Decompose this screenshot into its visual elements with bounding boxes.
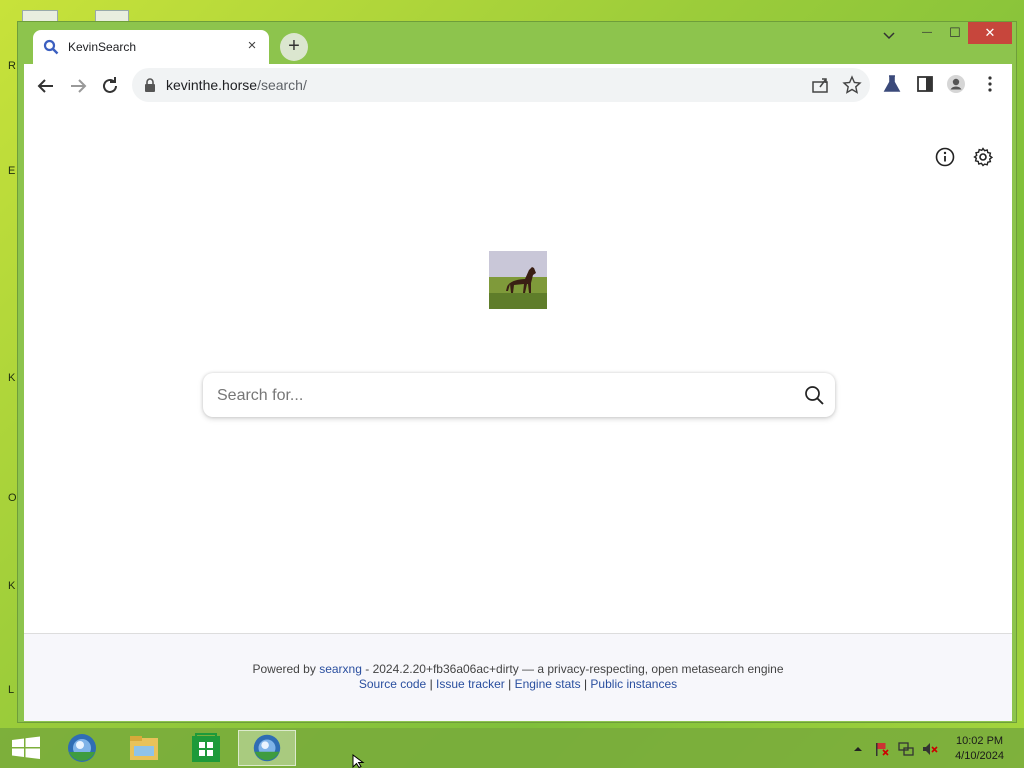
maximize-button[interactable]: ☐ (942, 22, 968, 44)
url-path: /search/ (257, 77, 307, 93)
address-bar[interactable]: kevinthe.horse/search/ (132, 68, 870, 102)
footer-separator: | (508, 677, 512, 691)
site-logo (489, 251, 547, 309)
clock-date: 4/10/2024 (955, 750, 1004, 762)
source-code-link[interactable]: Source code (359, 677, 426, 691)
searxng-link[interactable]: searxng (319, 662, 362, 676)
desktop-label-fragment: O (8, 492, 17, 504)
show-hidden-icons-chevron[interactable] (850, 741, 866, 757)
minimize-button[interactable]: — (914, 22, 940, 44)
close-window-button[interactable]: ✕ (968, 22, 1012, 44)
share-icon[interactable] (810, 75, 830, 95)
url-host: kevinthe.horse (166, 77, 258, 93)
store-app-icon[interactable] (178, 730, 234, 766)
issue-tracker-link[interactable]: Issue tracker (436, 677, 505, 691)
volume-muted-icon[interactable] (922, 741, 938, 757)
powered-by-label: Powered by (252, 662, 316, 676)
new-tab-button[interactable]: + (280, 33, 308, 61)
page-content: Powered by searxng - 2024.2.20+fb36a06ac… (24, 106, 1012, 721)
forward-arrow-icon[interactable] (66, 74, 90, 98)
title-bar: KevinSearch × + — ☐ ✕ (18, 22, 1016, 64)
file-explorer-icon[interactable] (116, 730, 172, 766)
tab-kevinsearch[interactable]: KevinSearch × (33, 30, 269, 64)
browser-app-active-icon[interactable] (238, 730, 296, 766)
footer-links: Source code | Issue tracker | Engine sta… (24, 677, 1012, 691)
profile-avatar-icon[interactable] (946, 74, 966, 94)
network-icon[interactable] (898, 741, 914, 757)
search-box (203, 373, 835, 417)
side-panel-icon[interactable] (915, 74, 935, 94)
tab-title: KevinSearch (68, 40, 137, 54)
desktop-label-fragment: E (8, 165, 16, 177)
kebab-menu-icon[interactable] (980, 74, 1000, 94)
mouse-cursor-icon (352, 754, 365, 768)
url-text: kevinthe.horse/search/ (166, 77, 307, 93)
labs-flask-icon[interactable] (882, 74, 902, 94)
public-instances-link[interactable]: Public instances (590, 677, 677, 691)
search-button-icon[interactable] (803, 384, 825, 406)
system-clock[interactable]: 10:02 PM 4/10/2024 (955, 734, 1004, 764)
gear-icon[interactable] (972, 146, 994, 168)
horse-logo-icon (489, 251, 547, 309)
bookmark-star-icon[interactable] (842, 75, 862, 95)
lock-icon (145, 78, 155, 92)
page-footer: Powered by searxng - 2024.2.20+fb36a06ac… (24, 633, 1012, 721)
desktop-label-fragment: R (8, 60, 16, 72)
search-input[interactable] (215, 379, 779, 413)
windows-start-icon[interactable] (0, 730, 56, 766)
browser-window: KevinSearch × + — ☐ ✕ kevinthe.horse/sea… (17, 21, 1017, 723)
browser-toolbar: kevinthe.horse/search/ (24, 64, 1012, 106)
clock-time: 10:02 PM (955, 735, 1004, 747)
desktop-label-fragment: K (8, 580, 16, 592)
version-text: - 2024.2.20+fb36a06ac+dirty — a privacy-… (365, 662, 784, 676)
info-icon[interactable] (934, 146, 956, 168)
desktop-label-fragment: L (8, 684, 15, 696)
taskbar: 10:02 PM 4/10/2024 (0, 728, 1024, 768)
footer-separator: | (583, 677, 588, 691)
close-tab-icon[interactable]: × (243, 36, 261, 56)
footer-powered-line: Powered by searxng - 2024.2.20+fb36a06ac… (24, 662, 1012, 676)
tab-search-icon[interactable] (876, 26, 902, 48)
browser-app-icon[interactable] (54, 730, 110, 766)
engine-stats-link[interactable]: Engine stats (515, 677, 581, 691)
reload-icon[interactable] (98, 74, 122, 98)
search-icon (43, 39, 59, 55)
action-center-flag-icon[interactable] (874, 741, 890, 757)
desktop-label-fragment: K (8, 372, 16, 384)
footer-separator: | (429, 677, 433, 691)
back-arrow-icon[interactable] (34, 74, 58, 98)
